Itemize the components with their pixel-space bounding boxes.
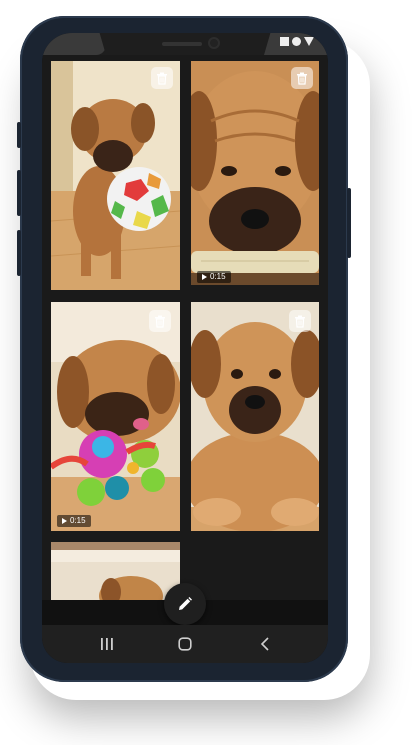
edit-button[interactable]	[164, 583, 206, 625]
gallery-tile-puppy-with-toys[interactable]: 0:15	[51, 302, 180, 531]
side-button-left-2	[17, 170, 21, 216]
delete-button[interactable]	[149, 310, 171, 332]
delete-button[interactable]	[151, 67, 173, 89]
status-bar	[42, 33, 328, 55]
trash-icon	[297, 72, 307, 85]
status-left-area	[42, 33, 106, 55]
trash-icon	[157, 72, 167, 85]
puppy-with-toys-image	[51, 302, 180, 531]
play-icon	[202, 274, 207, 280]
video-duration-badge: 0:15	[57, 515, 91, 527]
delete-button[interactable]	[291, 67, 313, 89]
front-camera	[208, 37, 220, 49]
trash-icon	[295, 315, 305, 328]
status-icons	[280, 37, 314, 46]
pencil-icon	[179, 597, 192, 610]
video-gallery: 0:15 0:15	[42, 55, 328, 600]
back-icon[interactable]	[260, 637, 270, 651]
square-icon	[280, 37, 289, 46]
recents-icon[interactable]	[100, 637, 114, 651]
puppy-on-stick-image	[191, 61, 319, 285]
video-duration: 0:15	[210, 272, 226, 281]
play-icon	[62, 518, 67, 524]
puppy-with-ball-image	[51, 61, 180, 290]
delete-button[interactable]	[289, 310, 311, 332]
circle-icon	[292, 37, 301, 46]
gallery-tile-puppy-partial[interactable]	[51, 542, 180, 600]
phone-screen: 0:15 0:15	[42, 33, 328, 663]
home-icon[interactable]	[178, 637, 192, 651]
gallery-tile-puppy-with-ball[interactable]	[51, 61, 180, 290]
side-button-left-3	[17, 230, 21, 276]
side-button-right	[347, 188, 351, 258]
trash-icon	[155, 315, 165, 328]
gallery-tile-puppy-lying[interactable]	[191, 302, 319, 531]
speaker-grille	[162, 42, 202, 46]
triangle-icon	[304, 37, 314, 46]
side-button-left-1	[17, 122, 21, 148]
video-duration-badge: 0:15	[197, 271, 231, 283]
video-duration: 0:15	[70, 516, 86, 525]
system-nav-bar	[42, 625, 328, 663]
puppy-partial-image	[51, 542, 180, 600]
gallery-tile-puppy-on-stick[interactable]: 0:15	[191, 61, 319, 285]
puppy-lying-image	[191, 302, 319, 531]
